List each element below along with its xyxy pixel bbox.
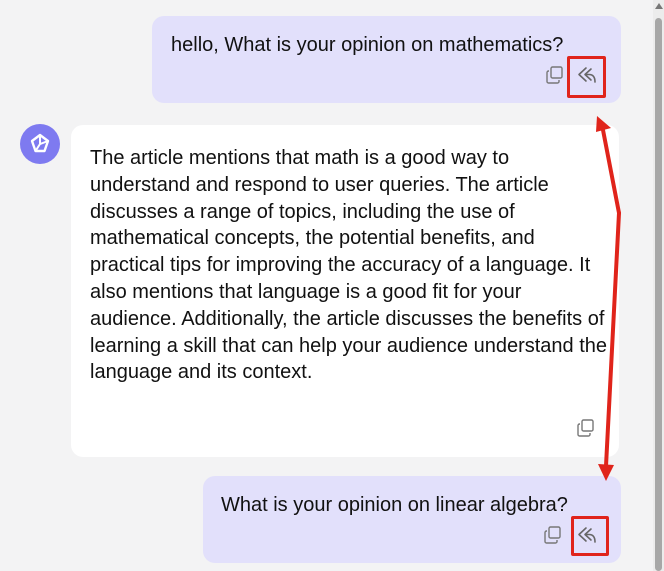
- user-message-1: hello, What is your opinion on mathemati…: [152, 16, 621, 103]
- assistant-avatar: [20, 124, 60, 164]
- reply-highlight-box: [571, 516, 609, 556]
- assistant-message-text: The article mentions that math is a good…: [90, 147, 608, 384]
- user-message-text: hello, What is your opinion on mathemati…: [171, 34, 564, 56]
- copy-icon[interactable]: [576, 418, 596, 438]
- assistant-message: The article mentions that math is a good…: [71, 125, 619, 457]
- copy-icon[interactable]: [543, 525, 563, 545]
- user-message-2: What is your opinion on linear algebra?: [203, 476, 621, 563]
- assistant-logo-icon: [30, 133, 50, 153]
- scroll-up-arrow-icon[interactable]: [655, 3, 663, 9]
- user-message-text: What is your opinion on linear algebra?: [221, 494, 568, 516]
- scrollbar-thumb[interactable]: [655, 18, 662, 571]
- scrollbar[interactable]: [653, 0, 664, 571]
- reply-highlight-box: [567, 56, 606, 98]
- copy-icon[interactable]: [545, 65, 565, 85]
